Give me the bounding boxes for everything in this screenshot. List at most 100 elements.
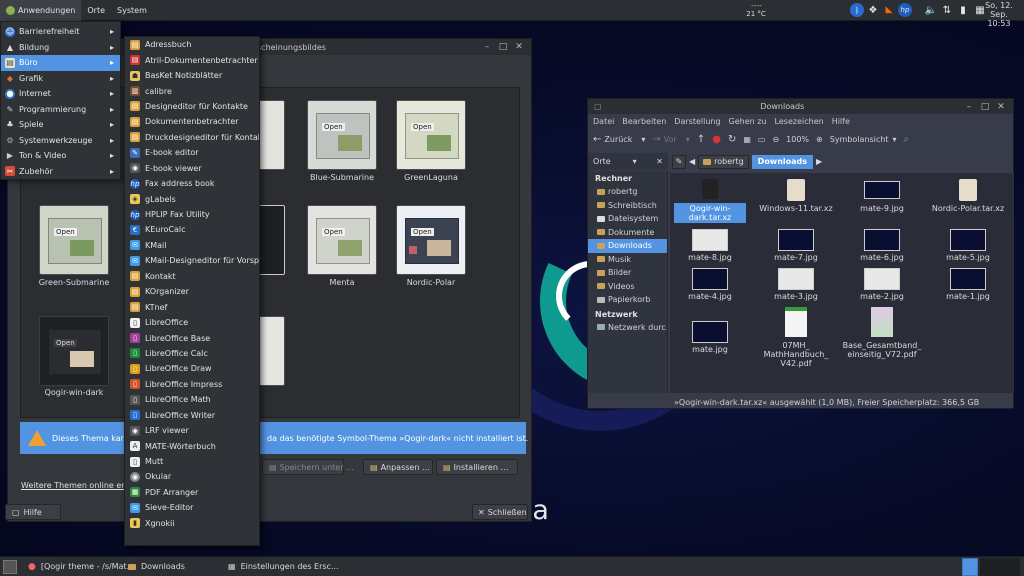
app-sieve-editor[interactable]: ✉ Sieve-Editor <box>125 500 259 515</box>
place-downloads[interactable]: Downloads <box>588 239 667 253</box>
close-pane-icon[interactable]: ✕ <box>656 157 663 166</box>
volume-icon[interactable]: 🔈 <box>924 3 938 17</box>
app-libreoffice[interactable]: ▯ LibreOffice <box>125 315 259 330</box>
menu-places[interactable]: Orte <box>81 0 111 21</box>
category-office[interactable]: ▤ Büro ▸ <box>1 55 120 71</box>
category-internet[interactable]: ● Internet ▸ <box>1 86 120 102</box>
place-documents[interactable]: Dokumente <box>588 226 667 240</box>
app-mutt[interactable]: ▯ Mutt <box>125 454 259 469</box>
menu-view[interactable]: Darstellung <box>674 117 720 126</box>
task-qogir-theme[interactable]: ● [Qogir theme - /s/Mat... <box>23 557 134 576</box>
theme-thumb-menta[interactable]: Open <box>307 205 377 275</box>
app-ebook-viewer[interactable]: ◉ E-book viewer <box>125 161 259 176</box>
more-themes-link[interactable]: Weitere Themen online erhalt <box>21 481 140 490</box>
save-as-button[interactable]: ▤ Speichern unter … <box>262 459 354 475</box>
app-ebook-editor[interactable]: ✎ E-book editor <box>125 145 259 160</box>
place-pictures[interactable]: Bilder <box>588 266 667 280</box>
category-accessibility[interactable]: ☺ Barrierefreiheit ▸ <box>1 24 120 40</box>
place-videos[interactable]: Videos <box>588 280 667 294</box>
minimize-icon[interactable]: – <box>481 41 493 53</box>
workspace-2[interactable] <box>980 558 1020 576</box>
app-lrf-viewer[interactable]: ◉ LRF viewer <box>125 423 259 438</box>
app-atril[interactable]: ▤ Atril-Dokumentenbetrachter <box>125 52 259 67</box>
app-glabels[interactable]: ◈ gLabels <box>125 191 259 206</box>
close-button[interactable]: ✕ Schließen <box>472 504 528 520</box>
app-libreoffice-math[interactable]: ▯ LibreOffice Math <box>125 392 259 407</box>
app-document-viewer[interactable]: ▤ Dokumentenbetrachter <box>125 114 259 129</box>
category-games[interactable]: ♣ Spiele ▸ <box>1 117 120 133</box>
path-robertg[interactable]: robertg <box>698 154 749 169</box>
app-hplip-fax[interactable]: hp HPLIP Fax Utility <box>125 207 259 222</box>
path-right-arrow-icon[interactable]: ▶ <box>816 157 822 166</box>
theme-thumb-blue-submarine[interactable]: Open <box>307 100 377 170</box>
workspace-1[interactable] <box>962 558 978 576</box>
theme-thumb-green-submarine[interactable]: Open <box>39 205 109 275</box>
app-basket[interactable]: ☗ BasKet Notizblätter <box>125 68 259 83</box>
menu-help[interactable]: Hilfe <box>832 117 850 126</box>
place-browse-network[interactable]: Netzwerk durc... <box>588 321 667 335</box>
path-left-arrow-icon[interactable]: ◀ <box>689 157 695 166</box>
app-kmail-designeditor[interactable]: ✉ KMail-Designeditor für Vorspann <box>125 253 259 268</box>
menu-file[interactable]: Datei <box>593 117 614 126</box>
customize-button[interactable]: ▤ Anpassen … <box>363 459 433 475</box>
place-desktop[interactable]: Schreibtisch <box>588 199 667 213</box>
app-mate-dictionary[interactable]: A MATE-Wörterbuch <box>125 438 259 453</box>
app-libreoffice-calc[interactable]: ▯ LibreOffice Calc <box>125 346 259 361</box>
network-icon[interactable]: ⇅ <box>940 3 954 17</box>
zoom-out-icon[interactable]: ⊖ <box>772 135 779 144</box>
app-fax-addressbook[interactable]: hp Fax address book <box>125 176 259 191</box>
app-okular[interactable]: ◉ Okular <box>125 469 259 484</box>
app-korganizer[interactable]: ▤ KOrganizer <box>125 284 259 299</box>
help-button[interactable]: ▢ Hilfe <box>5 504 61 520</box>
app-kontakt[interactable]: ▤ Kontakt <box>125 269 259 284</box>
forward-button[interactable]: → Vor ▾ <box>652 134 689 145</box>
task-downloads[interactable]: Downloads <box>123 557 223 576</box>
close-icon[interactable]: ✕ <box>995 101 1007 113</box>
reload-icon[interactable]: ↻ <box>728 134 736 145</box>
app-designeditor-contacts[interactable]: ▤ Designeditor für Kontakte <box>125 99 259 114</box>
menu-system[interactable]: System <box>111 0 153 21</box>
file-item[interactable]: Qogir-win-dark.tar.xz <box>670 175 750 223</box>
hplip-icon[interactable]: hp <box>898 3 912 17</box>
category-sound-video[interactable]: ▶ Ton & Video ▸ <box>1 148 120 164</box>
path-downloads[interactable]: Downloads <box>751 154 814 169</box>
dropbox-icon[interactable]: ❖ <box>866 3 880 17</box>
app-pdf-arranger[interactable]: ▦ PDF Arranger <box>125 485 259 500</box>
category-education[interactable]: ▲ Bildung ▸ <box>1 40 120 56</box>
side-pane-selector[interactable]: Orte ▾ <box>593 157 637 166</box>
place-music[interactable]: Musik <box>588 253 667 267</box>
app-print-designeditor[interactable]: ▤ Druckdesigneditor für Kontakte <box>125 130 259 145</box>
app-kmail[interactable]: ✉ KMail <box>125 238 259 253</box>
maximize-icon[interactable]: □ <box>497 41 509 53</box>
close-icon[interactable]: ✕ <box>513 41 525 53</box>
app-calibre[interactable]: ▥ calibre <box>125 83 259 98</box>
home-icon[interactable]: ▦ <box>743 135 751 144</box>
zoom-in-icon[interactable]: ⊕ <box>816 135 823 144</box>
theme-thumb-qogir-win-dark[interactable]: Open <box>39 316 109 386</box>
menu-edit[interactable]: Bearbeiten <box>622 117 666 126</box>
place-trash[interactable]: Papierkorb <box>588 293 667 307</box>
file-manager-titlebar[interactable]: ▢ Downloads – □ ✕ <box>588 99 1013 114</box>
category-accessories[interactable]: ✂ Zubehör ▸ <box>1 164 120 180</box>
app-libreoffice-impress[interactable]: ▯ LibreOffice Impress <box>125 377 259 392</box>
app-libreoffice-base[interactable]: ▯ LibreOffice Base <box>125 330 259 345</box>
install-button[interactable]: ▤ Installieren … <box>436 459 518 475</box>
place-robertg[interactable]: robertg <box>588 185 667 199</box>
task-appearance-settings[interactable]: ▦ Einstellungen des Ersc... <box>223 557 339 576</box>
maximize-icon[interactable]: □ <box>979 101 991 113</box>
minimize-icon[interactable]: – <box>963 101 975 113</box>
app-xgnokii[interactable]: ▮ Xgnokii <box>125 516 259 531</box>
bluetooth-icon[interactable]: ᛒ <box>850 3 864 17</box>
stop-icon[interactable]: ● <box>712 134 721 145</box>
search-icon[interactable]: ⌕ <box>904 134 910 145</box>
category-system-tools[interactable]: ⚙ Systemwerkzeuge ▸ <box>1 133 120 149</box>
show-desktop-icon[interactable] <box>3 559 17 574</box>
clock-applet[interactable]: So, 12. Sep. 10:53 <box>976 1 1022 28</box>
battery-icon[interactable]: ▮ <box>956 3 970 17</box>
category-programming[interactable]: ✎ Programmierung ▸ <box>1 102 120 118</box>
view-mode-select[interactable]: Symbolansicht ▾ <box>830 135 897 144</box>
weather-applet[interactable]: - - - - 21 °C <box>738 2 774 19</box>
theme-thumb-greenlaguna[interactable]: Open <box>396 100 466 170</box>
app-ktnef[interactable]: ▤ KTnef <box>125 299 259 314</box>
up-icon[interactable]: ↑ <box>697 134 705 145</box>
